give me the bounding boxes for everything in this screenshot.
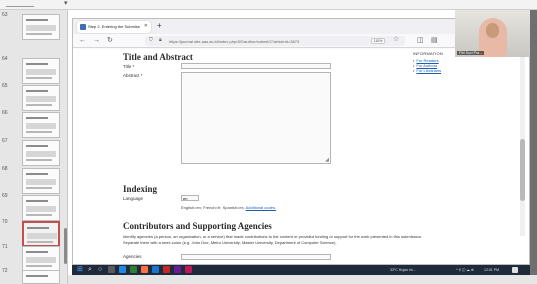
slide-thumbnail-panel: 63 64 65 66 67 68 69 70 71 72 (0, 10, 68, 284)
slide-preview[interactable] (22, 270, 60, 284)
taskbar-app-icon[interactable] (108, 266, 115, 273)
screen: ▾ 63 64 65 66 67 68 69 70 71 72 Step 2. … (0, 0, 537, 284)
web-page: Title and Abstract Title * Abstract * ◢ … (73, 49, 529, 264)
presenter-face (486, 23, 499, 38)
extensions-icon[interactable]: ▤ (431, 35, 438, 47)
agencies-input[interactable] (181, 254, 331, 260)
presenter-name: Fitri Suci Pra... (457, 51, 484, 55)
slide-number: 70 (2, 219, 8, 225)
lock-icon[interactable]: 🔒︎ (159, 37, 162, 43)
slide-number: 68 (2, 166, 8, 172)
slide-number: 63 (2, 12, 8, 18)
contributors-heading: Contributors and Supporting Agencies (123, 221, 272, 231)
favicon-icon (80, 24, 86, 30)
language-label: Language (123, 196, 144, 201)
slide-thumbnail[interactable]: 63 (0, 10, 68, 46)
slide-preview[interactable] (22, 14, 60, 40)
pocket-icon[interactable]: ◫ (417, 35, 424, 47)
information-links: • For Readers • For Authors • For Librarian… (413, 58, 493, 73)
slide-number: 72 (2, 268, 8, 274)
excel-icon[interactable] (130, 266, 137, 273)
resize-grip-icon[interactable]: ◢ (325, 157, 329, 163)
title-input[interactable] (181, 63, 331, 69)
slide-thumbnail[interactable]: 72 (0, 266, 68, 284)
firefox-icon[interactable] (141, 266, 148, 273)
weather-text[interactable]: 33°C Hujan rin... (390, 268, 416, 272)
contributors-description: Identify agencies (a person, an organiza… (123, 234, 423, 245)
zoom-level-badge[interactable]: 110% (371, 38, 385, 44)
language-input[interactable]: en (181, 195, 199, 201)
windows-taskbar: ⊞ ⌕ ○ 33°C Hujan rin... ^ ⚲ ◫ ☁ ⊕ 12:01 … (72, 265, 530, 275)
taskbar-app-icon[interactable] (174, 266, 181, 273)
status-strip (68, 275, 537, 284)
reload-icon[interactable]: ↻ (107, 35, 113, 47)
title-abstract-heading: Title and Abstract (123, 52, 193, 62)
clock-text[interactable]: 12:01 PM (484, 268, 499, 272)
shield-icon[interactable]: ⛉ (149, 37, 153, 43)
forward-icon[interactable]: → (93, 35, 100, 47)
address-bar[interactable]: ⛉ 🔒︎ https://journal.stie-aas.ac.id/inde… (145, 36, 405, 46)
page-scrollbar-thumb[interactable] (520, 139, 525, 201)
slide-number: 71 (2, 244, 8, 250)
abstract-label: Abstract * (123, 73, 143, 78)
powerpoint-icon[interactable] (163, 266, 170, 273)
title-label: Title * (123, 64, 135, 69)
slide-number: 65 (2, 83, 8, 89)
notification-icon[interactable] (512, 267, 518, 273)
panel-scrollbar[interactable] (64, 228, 67, 264)
browser-tab[interactable]: Step 2. Entering the Submission ✕ (77, 21, 151, 33)
slide-number: 67 (2, 138, 8, 144)
back-icon[interactable]: ← (79, 35, 86, 47)
agencies-label: Agencies (123, 254, 142, 259)
slide-number: 66 (2, 110, 8, 116)
bookmark-star-icon[interactable]: ☆ (393, 35, 399, 43)
tray-icons[interactable]: ^ ⚲ ◫ ☁ ⊕ (456, 268, 474, 272)
edge-icon[interactable] (119, 266, 126, 273)
task-view-icon[interactable]: ○ (98, 265, 102, 275)
presentation-top-strip: ▾ (0, 0, 537, 10)
windows-start-icon[interactable]: ⊞ (77, 265, 83, 275)
dropdown-arrow-icon[interactable]: ▾ (64, 0, 68, 7)
taskbar-app-icon[interactable] (185, 266, 192, 273)
additional-codes-link[interactable]: Additional codes. (246, 205, 276, 210)
close-tab-icon[interactable]: ✕ (144, 23, 148, 29)
word-icon[interactable] (152, 266, 159, 273)
slide-preview[interactable] (22, 112, 60, 138)
language-hint: English=en; French=fr; Spanish=es. Addit… (181, 205, 277, 210)
link-for-librarians[interactable]: • For Librarians (413, 68, 493, 73)
slide-number: 64 (2, 56, 8, 62)
indexing-heading: Indexing (123, 184, 158, 194)
window-edge (530, 10, 537, 284)
abstract-textarea[interactable]: ◢ (181, 72, 331, 164)
new-tab-button[interactable]: + (157, 21, 162, 31)
slide-number: 69 (2, 193, 8, 199)
url-text[interactable]: https://journal.stie-aas.ac.id/index.php… (169, 39, 299, 44)
tab-title: Step 2. Entering the Submission (88, 24, 140, 29)
webcam-overlay: Fitri Suci Pra... (455, 10, 530, 57)
ribbon-stub (6, 2, 34, 7)
search-icon[interactable]: ⌕ (88, 265, 92, 275)
page-scrollbar[interactable] (520, 49, 525, 236)
slide-preview[interactable] (22, 140, 60, 166)
